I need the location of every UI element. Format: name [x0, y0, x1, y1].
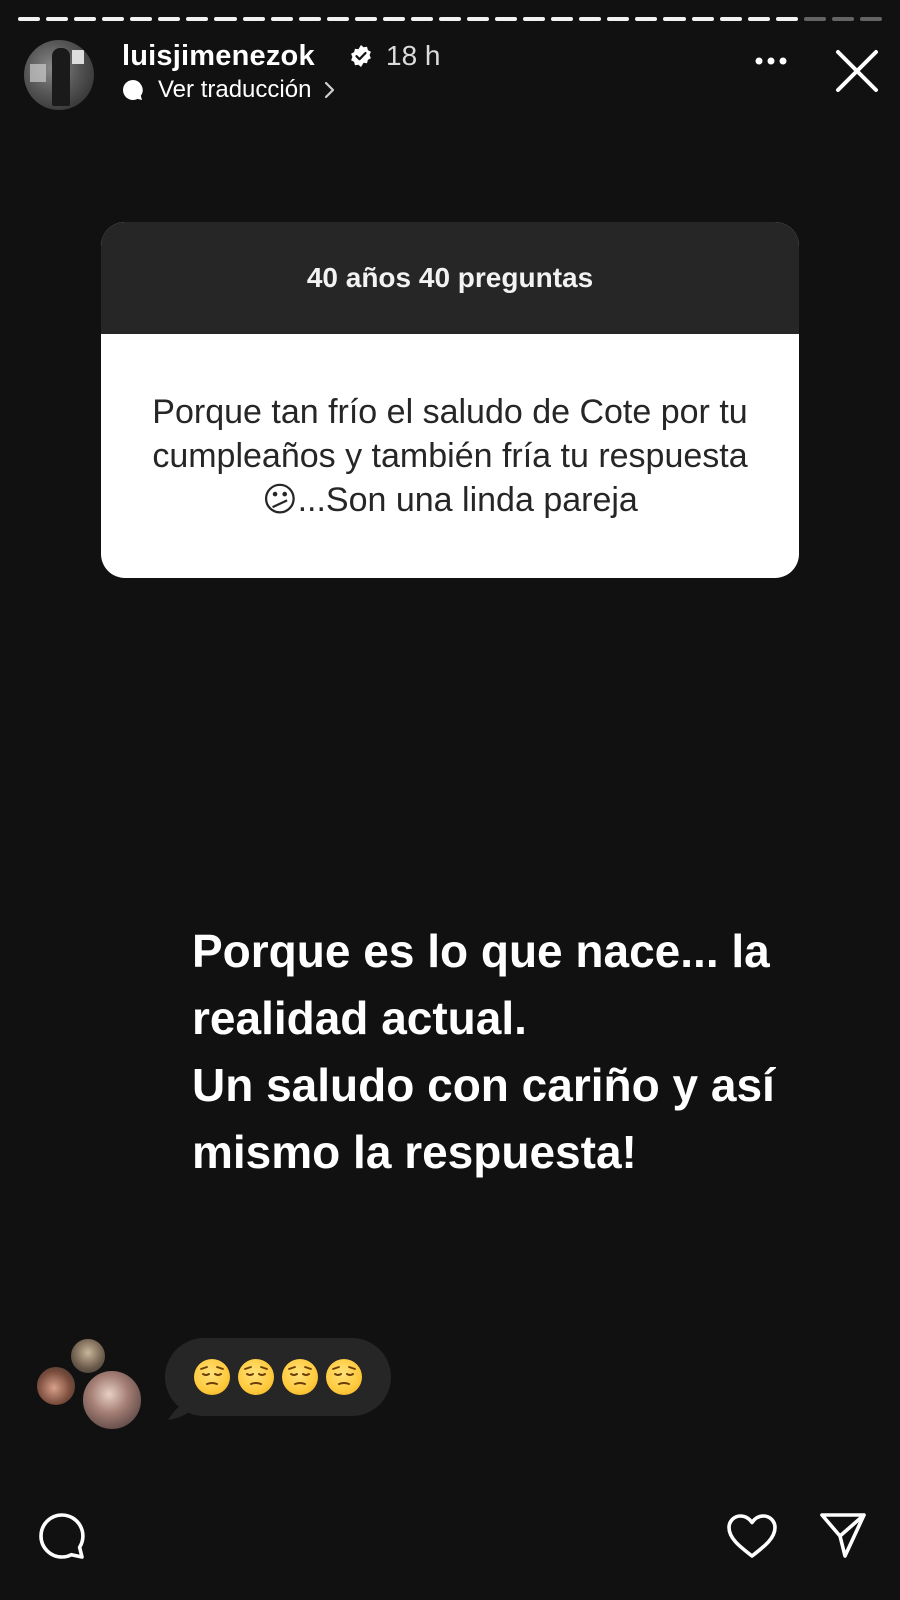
pensive-emoji: 😔: [282, 1359, 318, 1395]
progress-segment: [438, 17, 461, 21]
progress-segment: [635, 17, 658, 21]
progress-segment: [354, 17, 377, 21]
pensive-emoji: 😔: [326, 1359, 362, 1395]
progress-segment: [579, 17, 602, 21]
progress-segment: [214, 17, 237, 21]
answer-line-1: Porque es lo que nace... la realidad act…: [192, 925, 770, 1044]
progress-segment: [691, 17, 714, 21]
post-time: 18 h: [386, 40, 441, 71]
progress-segment: [831, 17, 854, 21]
question-sticker: 40 años 40 preguntas Porque tan frío el …: [101, 222, 799, 578]
chevron-right-icon: [325, 81, 335, 99]
verified-badge-icon: [351, 45, 371, 67]
send-icon[interactable]: [818, 1510, 868, 1560]
story-answer-text: Porque es lo que nace... la realidad act…: [192, 918, 862, 1186]
profile-avatar[interactable]: [24, 40, 94, 110]
progress-segment: [102, 17, 125, 21]
heart-icon[interactable]: [726, 1512, 778, 1560]
close-icon[interactable]: [834, 48, 880, 94]
reply-bubble[interactable]: 😔😔😔😔: [165, 1338, 391, 1416]
progress-segment: [382, 17, 405, 21]
question-text: Porque tan frío el saludo de Cote por tu…: [152, 393, 748, 519]
story-progress-bar: [18, 17, 882, 21]
progress-segment: [607, 17, 630, 21]
progress-segment: [410, 17, 433, 21]
progress-segment: [551, 17, 574, 21]
translate-label: Ver traducción: [158, 76, 312, 103]
progress-segment: [326, 17, 349, 21]
more-icon[interactable]: [754, 56, 788, 66]
progress-segment: [467, 17, 490, 21]
progress-segment: [663, 17, 686, 21]
progress-segment: [242, 17, 265, 21]
progress-segment: [747, 17, 770, 21]
translate-link[interactable]: Ver traducción: [122, 76, 337, 104]
progress-segment: [859, 17, 882, 21]
translate-bubble-icon: [123, 80, 143, 100]
comment-icon[interactable]: [38, 1512, 86, 1560]
progress-segment: [130, 17, 153, 21]
progress-segment: [18, 17, 41, 21]
avatar: [34, 1364, 78, 1408]
progress-segment: [775, 17, 798, 21]
progress-segment: [270, 17, 293, 21]
progress-segment: [158, 17, 181, 21]
story-header: luisjimenezok 18 h Ver traducción: [24, 38, 880, 118]
progress-segment: [719, 17, 742, 21]
reply-avatars: [34, 1336, 144, 1432]
progress-segment: [495, 17, 518, 21]
avatar: [80, 1368, 144, 1432]
progress-segment: [46, 17, 69, 21]
progress-segment: [298, 17, 321, 21]
pensive-emoji: 😔: [238, 1359, 274, 1395]
progress-segment: [74, 17, 97, 21]
progress-segment: [803, 17, 826, 21]
progress-segment: [186, 17, 209, 21]
answer-line-2: Un saludo con cariño y así mismo la resp…: [192, 1059, 775, 1178]
question-sticker-title: 40 años 40 preguntas: [101, 222, 799, 334]
progress-segment: [523, 17, 546, 21]
username[interactable]: luisjimenezok: [122, 40, 315, 73]
pensive-emoji: 😔: [194, 1359, 230, 1395]
